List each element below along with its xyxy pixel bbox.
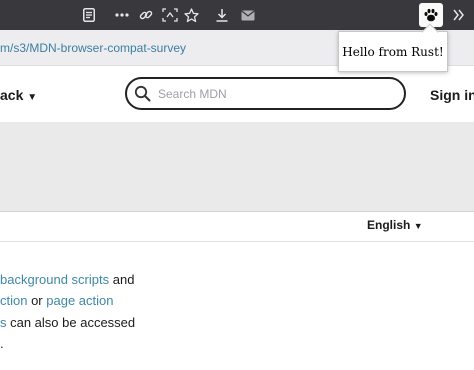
browser-window: m/s3/MDN-browser-compat-survey Hello fro…: [0, 0, 474, 370]
header-divider: [0, 211, 474, 212]
language-divider: [0, 241, 474, 242]
background-scripts-link[interactable]: background scripts: [0, 272, 109, 287]
mail-icon[interactable]: [239, 4, 257, 26]
content-line-1: background scripts and: [0, 272, 134, 287]
search-input[interactable]: [158, 85, 388, 103]
link-icon[interactable]: [137, 4, 155, 26]
content-line-2: ction or page action: [0, 293, 114, 308]
screenshot-icon[interactable]: [160, 4, 180, 26]
feedback-menu[interactable]: ack ▼: [0, 87, 37, 103]
search-box[interactable]: [125, 77, 406, 110]
bookmark-star-icon[interactable]: [182, 4, 200, 26]
sign-in-link[interactable]: Sign in: [430, 87, 474, 103]
url-text[interactable]: m/s3/MDN-browser-compat-survey: [0, 41, 186, 55]
content-text: and: [109, 272, 135, 287]
chevron-down-icon: ▼: [27, 92, 38, 103]
overflow-chevrons-icon[interactable]: [451, 4, 467, 26]
paw-icon: [423, 7, 439, 23]
content-line-3: s can also be accessed: [0, 315, 135, 330]
chevron-down-icon: ▼: [413, 221, 423, 231]
language-selector[interactable]: English ▼: [367, 218, 423, 232]
download-icon[interactable]: [213, 4, 231, 26]
page-banner: [0, 122, 474, 211]
popup-message: Hello from Rust!: [342, 44, 444, 59]
reader-view-icon[interactable]: [80, 4, 98, 26]
content-text: or: [27, 293, 47, 308]
search-icon: [134, 85, 151, 107]
content-text: .: [0, 336, 4, 351]
language-label: English: [367, 218, 411, 232]
browser-action-link[interactable]: ction: [0, 293, 27, 308]
content-text: can also be accessed: [6, 315, 136, 330]
browser-toolbar: [0, 0, 474, 30]
more-icon[interactable]: [113, 4, 131, 26]
page-action-link[interactable]: page action: [46, 293, 113, 308]
extension-button[interactable]: [419, 3, 443, 27]
feedback-menu-label: ack: [0, 87, 24, 103]
site-header: ack ▼ Sign in: [0, 66, 474, 122]
content-line-4: .: [0, 336, 4, 351]
